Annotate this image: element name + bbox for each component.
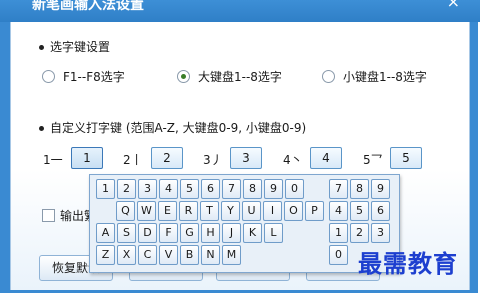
select-keys-heading: 选字键设置 (39, 38, 110, 55)
close-icon[interactable]: × (447, 0, 460, 11)
soft-key[interactable]: D (138, 223, 157, 243)
soft-key[interactable]: 0 (285, 179, 304, 199)
radio-main-keyboard[interactable]: 大键盘1--8选字 (177, 68, 282, 85)
soft-key[interactable]: Z (96, 245, 115, 265)
soft-key[interactable]: C (138, 245, 157, 265)
soft-key[interactable]: I (263, 201, 282, 221)
soft-key[interactable]: H (201, 223, 220, 243)
soft-key[interactable]: R (179, 201, 198, 221)
soft-key[interactable]: 7 (222, 179, 241, 199)
radio-icon[interactable] (42, 70, 55, 83)
soft-key[interactable]: 9 (264, 179, 283, 199)
soft-key[interactable]: O (284, 201, 303, 221)
soft-key[interactable]: X (117, 245, 136, 265)
soft-key[interactable]: W (137, 201, 156, 221)
soft-key[interactable]: 1 (96, 179, 115, 199)
radio-icon[interactable] (322, 70, 335, 83)
key-field-2[interactable]: 2 (151, 147, 183, 169)
soft-key[interactable]: K (243, 223, 262, 243)
soft-key[interactable]: N (201, 245, 220, 265)
stroke-label-5: 5乛 (363, 153, 383, 167)
soft-key[interactable]: 4 (159, 179, 178, 199)
radio-f1-f8[interactable]: F1--F8选字 (42, 68, 125, 85)
soft-key[interactable]: M (222, 245, 241, 265)
numpad-key[interactable]: 5 (350, 201, 369, 221)
numpad-key[interactable]: 8 (350, 179, 369, 199)
soft-key[interactable]: Q (116, 201, 135, 221)
stroke-label-1: 1一 (43, 153, 63, 167)
soft-key[interactable]: U (242, 201, 261, 221)
key-field-5[interactable]: 5 (390, 147, 422, 169)
soft-key[interactable]: G (180, 223, 199, 243)
soft-key[interactable]: A (96, 223, 115, 243)
soft-key[interactable]: F (159, 223, 178, 243)
traditional-output-checkbox[interactable] (42, 209, 55, 222)
soft-key[interactable]: 2 (117, 179, 136, 199)
title-bar: 新笔画输入法设置 × (0, 0, 480, 22)
soft-keyboard: 1 2 3 4 5 6 7 8 9 0 Q W E R T Y U I O P … (89, 174, 400, 273)
soft-key[interactable]: 8 (243, 179, 262, 199)
soft-key[interactable]: S (117, 223, 136, 243)
soft-key[interactable]: P (305, 201, 324, 221)
soft-key[interactable]: Y (221, 201, 240, 221)
radio-checked-icon[interactable] (177, 70, 190, 83)
key-field-3[interactable]: 3 (230, 147, 262, 169)
soft-key[interactable]: T (200, 201, 219, 221)
numpad-key[interactable]: 3 (371, 223, 390, 243)
soft-key[interactable]: 3 (138, 179, 157, 199)
custom-keys-heading: 自定义打字键 (范围A-Z, 大键盘0-9, 小键盘0-9) (39, 119, 306, 136)
soft-key[interactable]: V (159, 245, 178, 265)
soft-key[interactable]: B (180, 245, 199, 265)
stroke-label-4: 4丶 (283, 153, 303, 167)
soft-key[interactable]: 5 (180, 179, 199, 199)
stroke-label-2: 2丨 (123, 153, 143, 167)
numpad-key[interactable]: 7 (329, 179, 348, 199)
watermark-logo: 最需教育 (358, 249, 458, 278)
key-field-1[interactable]: 1 (71, 147, 103, 169)
numpad-key[interactable]: 1 (329, 223, 348, 243)
radio-numpad[interactable]: 小键盘1--8选字 (322, 68, 427, 85)
window-title: 新笔画输入法设置 (32, 0, 144, 13)
numpad-key[interactable]: 9 (371, 179, 390, 199)
numpad-key[interactable]: 2 (350, 223, 369, 243)
numpad-key[interactable]: 6 (371, 201, 390, 221)
stroke-label-3: 3丿 (203, 153, 223, 167)
bullet-icon (39, 126, 44, 131)
soft-key[interactable]: J (222, 223, 241, 243)
bullet-icon (39, 45, 44, 50)
soft-key[interactable]: L (264, 223, 283, 243)
key-field-4[interactable]: 4 (310, 147, 342, 169)
soft-key[interactable]: E (158, 201, 177, 221)
soft-key[interactable]: 6 (201, 179, 220, 199)
numpad-key[interactable]: 0 (329, 245, 348, 265)
numpad-key[interactable]: 4 (329, 201, 348, 221)
